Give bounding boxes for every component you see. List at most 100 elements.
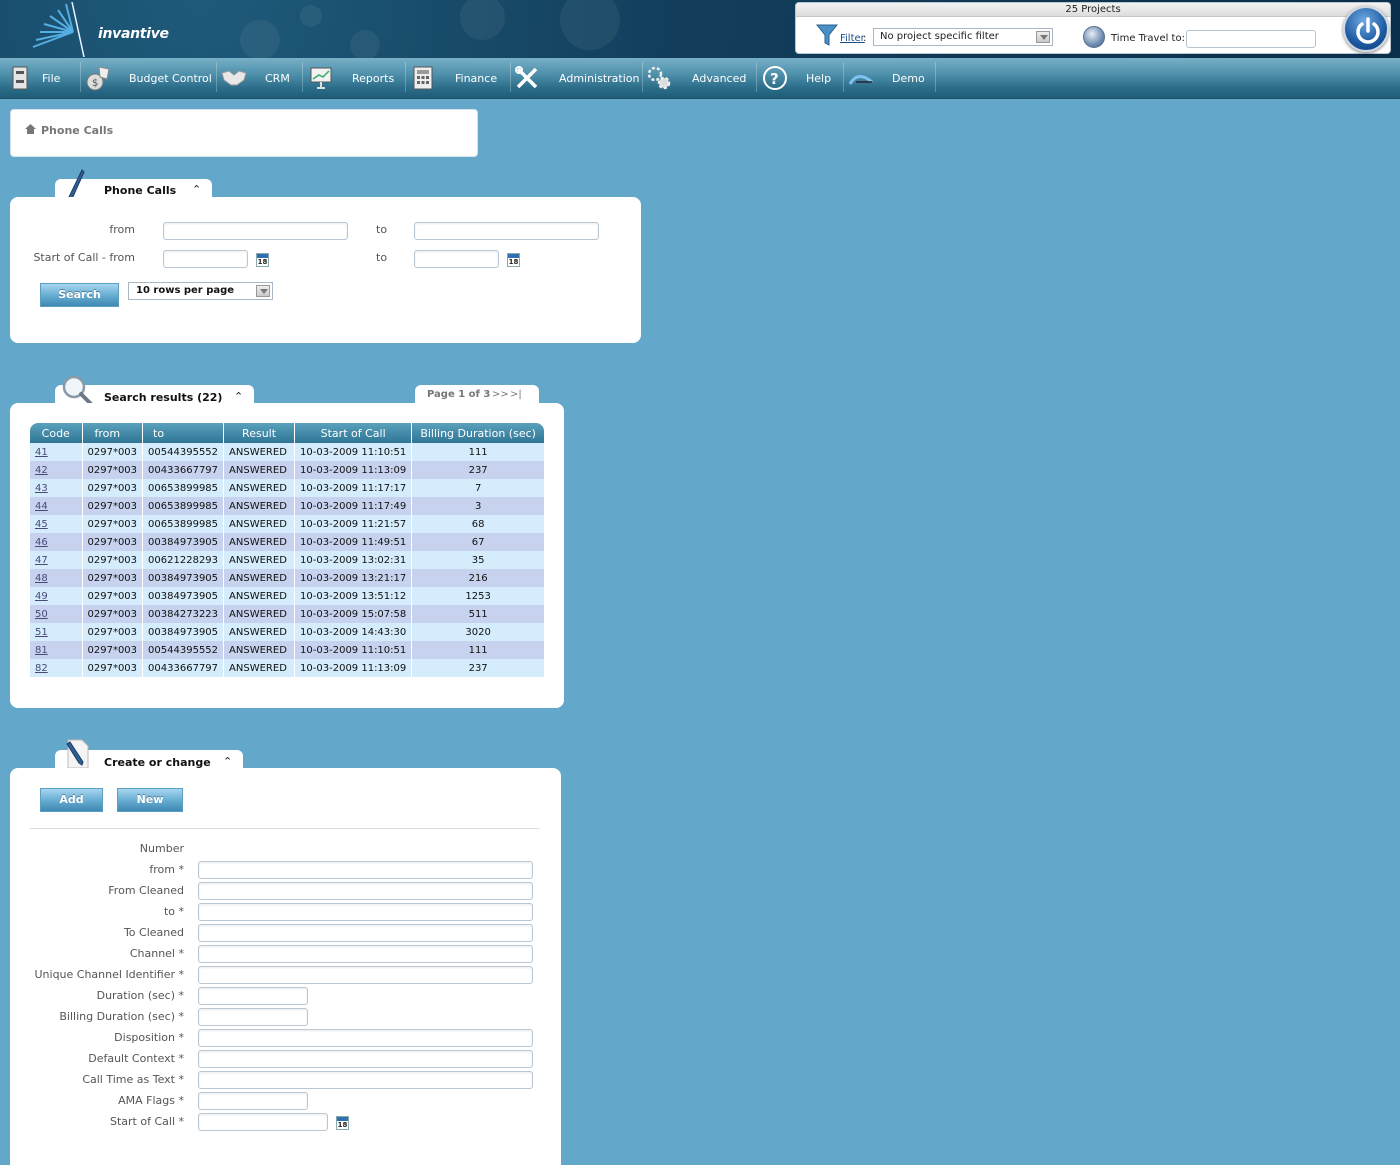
breadcrumb-current: Phone Calls [41,124,114,137]
last-page-link[interactable]: >| [510,389,522,400]
rows-per-page-select[interactable]: 10 rows per page [128,282,273,300]
table-row[interactable]: 49 0297*003 00384973905 ANSWERED 10-03-2009 … [30,587,544,605]
record-code-link[interactable]: 48 [35,573,48,584]
record-code-link[interactable]: 44 [35,501,48,512]
power-icon [1356,17,1380,44]
col-result[interactable]: Result [223,423,296,443]
col-start-of-call[interactable]: Start of Call [294,423,413,443]
filter-link[interactable]: Filter [840,33,865,44]
record-code-link[interactable]: 43 [35,483,48,494]
home-icon[interactable] [25,124,36,137]
text-input[interactable] [198,903,533,921]
table-row[interactable]: 45 0297*003 00653899985 ANSWERED 10-03-2009 … [30,515,544,533]
add-button[interactable]: Add [40,788,103,812]
collapse-icon[interactable]: ⌃ [223,755,232,768]
text-input[interactable] [198,1092,308,1110]
text-input[interactable] [198,1029,533,1047]
chevron-down-icon[interactable] [1036,31,1050,43]
text-input[interactable] [198,945,533,963]
record-code-link[interactable]: 42 [35,465,48,476]
cell-start-of-call: 10-03-2009 13:02:31 [294,551,413,569]
record-code-link[interactable]: 46 [35,537,48,548]
record-code-link[interactable]: 49 [35,591,48,602]
menu-crm[interactable]: CRM [220,58,290,98]
next-page-link[interactable]: >> [492,389,509,400]
cell-code: 51 [30,623,83,641]
record-code-link[interactable]: 81 [35,645,48,656]
field-label: AMA Flags * [118,1094,184,1107]
text-input[interactable] [198,966,533,984]
collapse-icon[interactable]: ⌃ [234,390,243,403]
cell-result: ANSWERED [223,641,296,659]
menu-administration[interactable]: Administration [513,58,640,98]
cell-billing-duration: 511 [411,605,544,623]
calendar-icon[interactable]: 18 [256,253,269,267]
menu-budget-control[interactable]: $ Budget Control [84,58,212,98]
menu-demo[interactable]: Demo [847,58,925,98]
cell-billing-duration: 111 [411,443,544,461]
text-input[interactable] [198,861,533,879]
table-row[interactable]: 81 0297*003 00544395552 ANSWERED 10-03-2009 … [30,641,544,659]
menu-finance[interactable]: Finance [409,58,497,98]
calendar-icon[interactable]: 18 [507,253,520,267]
time-travel-input[interactable] [1186,30,1316,48]
menu-label: Advanced [692,71,747,85]
start-to-date-input[interactable] [414,250,499,268]
cell-from: 0297*003 [82,479,144,497]
collapse-icon[interactable]: ⌃ [192,183,201,196]
record-code-link[interactable]: 82 [35,663,48,674]
cell-from: 0297*003 [82,461,144,479]
menu-file[interactable]: File [6,58,60,98]
cell-result: ANSWERED [223,623,296,641]
svg-text:?: ? [770,70,779,88]
from-input[interactable] [163,222,348,240]
text-input[interactable] [198,1071,533,1089]
record-code-link[interactable]: 47 [35,555,48,566]
col-from[interactable]: from [82,423,144,443]
menu-advanced[interactable]: Advanced [645,58,746,98]
menu-help[interactable]: ? Help [761,58,831,98]
search-button[interactable]: Search [40,283,119,307]
record-code-link[interactable]: 51 [35,627,48,638]
col-billing-duration[interactable]: Billing Duration (sec) [411,423,544,443]
record-code-link[interactable]: 45 [35,519,48,530]
text-input[interactable] [198,1050,533,1068]
record-code-link[interactable]: 50 [35,609,48,620]
table-row[interactable]: 42 0297*003 00433667797 ANSWERED 10-03-2009 … [30,461,544,479]
date-input[interactable] [198,1113,328,1131]
start-from-date-input[interactable] [163,250,248,268]
table-row[interactable]: 82 0297*003 00433667797 ANSWERED 10-03-2009 … [30,659,544,677]
menu-reports[interactable]: Reports [307,58,394,98]
cell-to: 00384973905 [142,533,225,551]
table-row[interactable]: 46 0297*003 00384973905 ANSWERED 10-03-2009 … [30,533,544,551]
table-row[interactable]: 44 0297*003 00653899985 ANSWERED 10-03-2009 … [30,497,544,515]
cell-to: 00433667797 [142,659,225,677]
text-input[interactable] [198,924,533,942]
power-logout-button[interactable] [1343,6,1389,52]
cell-result: ANSWERED [223,497,296,515]
calendar-icon[interactable]: 18 [336,1116,349,1130]
table-row[interactable]: 41 0297*003 00544395552 ANSWERED 10-03-2009 … [30,443,544,461]
project-filter-select[interactable]: No project specific filter [873,28,1053,46]
to-input[interactable] [414,222,599,240]
cell-result: ANSWERED [223,587,296,605]
col-code[interactable]: Code [30,423,83,443]
table-row[interactable]: 47 0297*003 00621228293 ANSWERED 10-03-2009 … [30,551,544,569]
table-row[interactable]: 50 0297*003 00384273223 ANSWERED 10-03-2009 … [30,605,544,623]
menu-label: CRM [265,71,290,85]
table-row[interactable]: 43 0297*003 00653899985 ANSWERED 10-03-2009 … [30,479,544,497]
text-input[interactable] [198,882,533,900]
field-label: Duration (sec) * [96,989,184,1002]
col-to[interactable]: to [142,423,225,443]
new-button[interactable]: New [117,788,183,812]
chevron-down-icon[interactable] [256,285,270,297]
time-travel-label: Time Travel to: [1111,33,1185,44]
table-row[interactable]: 48 0297*003 00384973905 ANSWERED 10-03-2009 … [30,569,544,587]
text-input[interactable] [198,987,308,1005]
text-input[interactable] [198,1008,308,1026]
results-table: Code from to Result Start of Call Billin… [30,423,544,677]
record-code-link[interactable]: 41 [35,447,48,458]
table-row[interactable]: 51 0297*003 00384973905 ANSWERED 10-03-2009 … [30,623,544,641]
field-label: Channel * [129,947,184,960]
filter-icon[interactable] [815,23,839,47]
